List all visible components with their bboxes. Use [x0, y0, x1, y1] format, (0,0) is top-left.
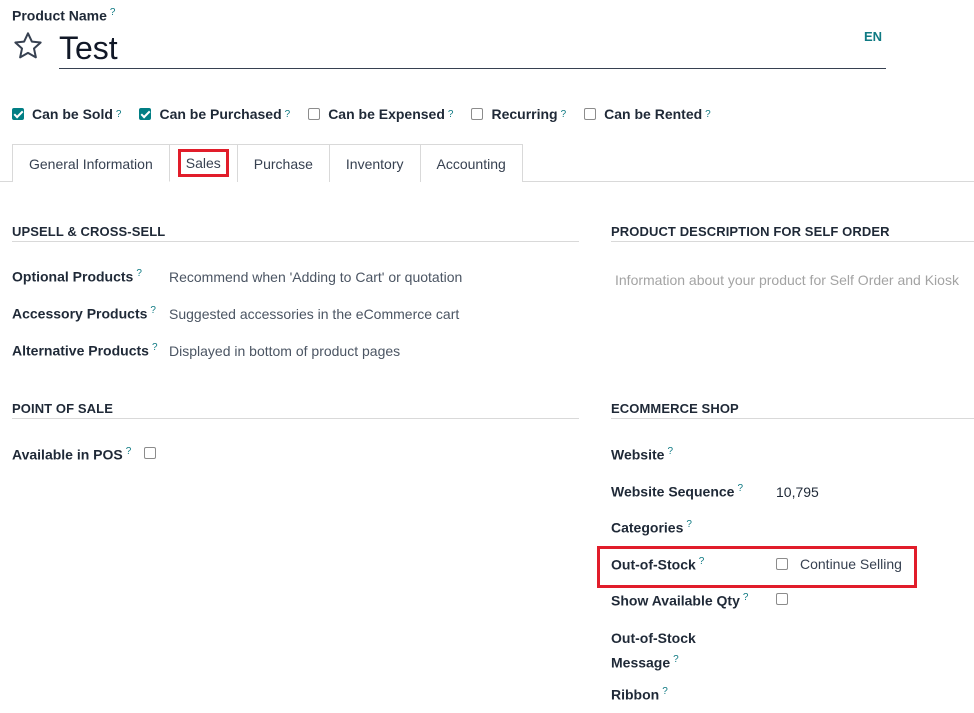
section-divider: [611, 241, 974, 242]
show-available-qty-checkbox[interactable]: [776, 593, 788, 605]
accessory-products-field[interactable]: Suggested accessories in the eCommerce c…: [169, 306, 459, 322]
tab-inventory[interactable]: Inventory: [328, 144, 421, 182]
ribbon-label: Ribbon?: [611, 686, 668, 703]
checkbox-icon[interactable]: [584, 108, 597, 120]
sales-highlight-box: Sales: [177, 149, 229, 177]
out-of-stock-message-label: Out-of-Stock Message?: [611, 630, 696, 671]
language-button[interactable]: EN: [864, 29, 882, 44]
product-options: Can be Sold? Can be Purchased? Can be Ex…: [12, 106, 711, 122]
section-divider: [12, 418, 579, 419]
continue-selling-checkbox[interactable]: [776, 558, 788, 570]
ribbon-field[interactable]: [776, 680, 966, 706]
tab-accounting[interactable]: Accounting: [419, 144, 523, 182]
option-can-be-purchased[interactable]: Can be Purchased?: [139, 106, 290, 122]
tab-purchase[interactable]: Purchase: [236, 144, 330, 182]
available-in-pos-checkbox[interactable]: [144, 447, 156, 459]
pos-section-title: POINT OF SALE: [12, 401, 113, 416]
section-divider: [611, 418, 974, 419]
product-name-input[interactable]: Test: [59, 28, 886, 69]
option-can-be-expensed[interactable]: Can be Expensed?: [308, 106, 453, 122]
checkbox-icon[interactable]: [12, 108, 24, 120]
upsell-section-title: UPSELL & CROSS-SELL: [12, 224, 166, 239]
tab-bar: General Information Sales Purchase Inven…: [12, 144, 523, 182]
option-can-be-sold[interactable]: Can be Sold?: [12, 106, 121, 122]
tab-general-information[interactable]: General Information: [12, 144, 170, 182]
website-field[interactable]: [776, 440, 966, 466]
alternative-products-field[interactable]: Displayed in bottom of product pages: [169, 343, 400, 359]
show-available-qty-label: Show Available Qty?: [611, 592, 749, 609]
categories-label: Categories?: [611, 519, 692, 536]
alternative-products-label: Alternative Products?: [12, 342, 158, 359]
categories-field[interactable]: [776, 513, 966, 539]
checkbox-icon[interactable]: [308, 108, 321, 120]
out-of-stock-message-field[interactable]: [776, 628, 966, 668]
section-divider: [12, 241, 579, 242]
product-name-label: Product Name?: [12, 7, 116, 24]
optional-products-label: Optional Products?: [12, 268, 142, 285]
self-order-description-input[interactable]: Information about your product for Self …: [615, 272, 959, 288]
option-can-be-rented[interactable]: Can be Rented?: [584, 106, 711, 122]
ecommerce-section-title: ECOMMERCE SHOP: [611, 401, 739, 416]
favorite-star-icon[interactable]: [12, 30, 44, 67]
out-of-stock-label: Out-of-Stock?: [611, 556, 705, 573]
checkbox-icon[interactable]: [139, 108, 152, 120]
accessory-products-label: Accessory Products?: [12, 305, 156, 322]
available-in-pos-label: Available in POS?: [12, 446, 132, 463]
self-order-section-title: PRODUCT DESCRIPTION FOR SELF ORDER: [611, 224, 890, 239]
tab-sales[interactable]: Sales: [168, 144, 238, 182]
optional-products-field[interactable]: Recommend when 'Adding to Cart' or quota…: [169, 269, 462, 285]
option-recurring[interactable]: Recurring?: [471, 106, 566, 122]
checkbox-icon[interactable]: [471, 108, 484, 120]
website-sequence-label: Website Sequence?: [611, 483, 744, 500]
continue-selling-option[interactable]: Continue Selling: [776, 556, 902, 572]
website-sequence-field[interactable]: 10,795: [776, 484, 819, 500]
website-label: Website?: [611, 446, 673, 463]
